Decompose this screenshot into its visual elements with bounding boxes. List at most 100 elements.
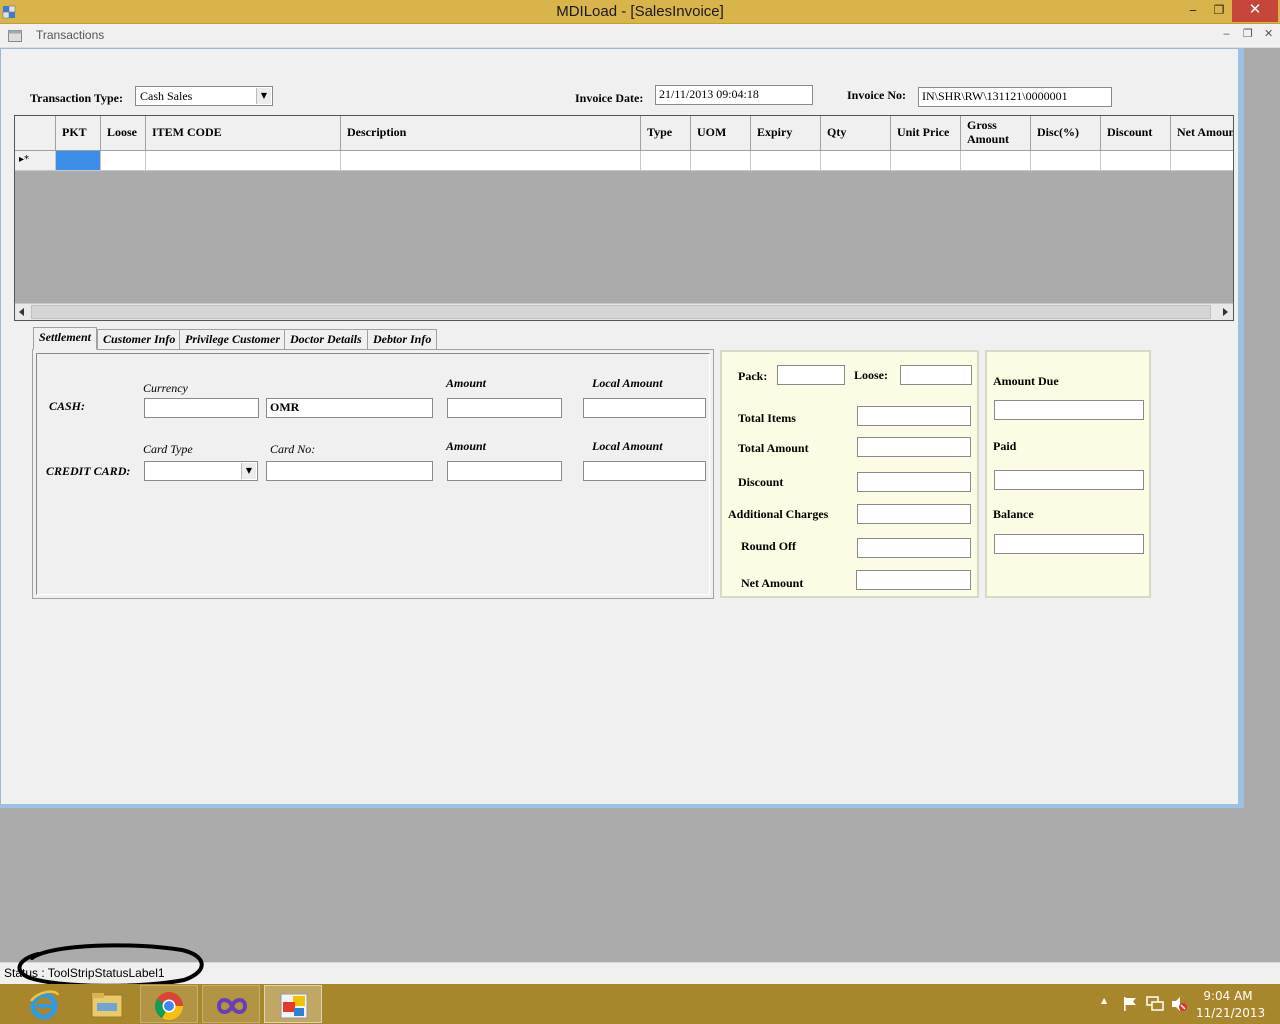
show-hidden-icons-button[interactable]: ▲: [1101, 996, 1107, 1005]
discount-field[interactable]: [857, 472, 971, 492]
close-button[interactable]: ✕: [1232, 0, 1278, 22]
pack-field[interactable]: [777, 365, 845, 385]
transaction-type-value: Cash Sales: [140, 89, 193, 103]
amount-due-field[interactable]: [994, 400, 1144, 420]
grid-cell-type[interactable]: [641, 151, 691, 171]
visual-studio-icon: [216, 998, 248, 1014]
mdi-minimize-button[interactable]: ‒: [1223, 27, 1230, 40]
grid-cell-qty[interactable]: [821, 151, 891, 171]
network-icon[interactable]: [1146, 996, 1164, 1012]
grid-cell-pkt-selected[interactable]: [56, 151, 101, 171]
grid-cell-uom[interactable]: [691, 151, 751, 171]
column-header-pkt[interactable]: PKT: [56, 116, 101, 151]
cash-local-amount-field[interactable]: [583, 398, 706, 418]
column-header-type[interactable]: Type: [641, 116, 691, 151]
grid-cell-disc-percent[interactable]: [1031, 151, 1101, 171]
new-row-marker[interactable]: ▸*: [15, 151, 56, 171]
amount-due-label: Amount Due: [993, 374, 1059, 388]
tab-debtor-info[interactable]: Debtor Info: [367, 329, 438, 349]
grid-cell-expiry[interactable]: [751, 151, 821, 171]
card-local-amount-label: Local Amount: [592, 439, 663, 453]
clock-date[interactable]: 11/21/2013: [1196, 1006, 1265, 1020]
card-no-label: Card No:: [270, 442, 316, 456]
cash-label: CASH:: [49, 399, 86, 413]
chrome-icon: [155, 992, 183, 1020]
mdi-close-button[interactable]: ✕: [1264, 27, 1273, 40]
scrollbar-thumb[interactable]: [31, 305, 1211, 319]
grid-cell-unit-price[interactable]: [891, 151, 961, 171]
additional-charges-label: Additional Charges: [728, 507, 829, 521]
mdi-child-icon[interactable]: [8, 30, 22, 42]
column-header-disc-percent[interactable]: Disc(%): [1031, 116, 1101, 151]
round-off-field[interactable]: [857, 538, 971, 558]
balance-field[interactable]: [994, 534, 1144, 554]
taskbar-explorer-button[interactable]: [78, 985, 136, 1023]
column-header-loose[interactable]: Loose: [101, 116, 146, 151]
invoice-no-label: Invoice No:: [847, 88, 906, 102]
internet-explorer-icon: [29, 990, 60, 1020]
discount-label: Discount: [738, 475, 784, 489]
tab-privilege-customer[interactable]: Privilege Customer: [179, 329, 286, 349]
scroll-right-icon[interactable]: [1221, 308, 1229, 317]
column-header-expiry[interactable]: Expiry: [751, 116, 821, 151]
taskbar: ▲ 9:04 AM 11/21/2013: [0, 984, 1280, 1024]
volume-muted-icon[interactable]: [1170, 995, 1188, 1013]
cash-currency-code-field[interactable]: OMR: [266, 398, 433, 418]
taskbar-ie-button[interactable]: [16, 985, 74, 1023]
grid-cell-discount[interactable]: [1101, 151, 1171, 171]
cash-amount-field[interactable]: [447, 398, 562, 418]
column-header-unit-price[interactable]: Unit Price: [891, 116, 961, 151]
menu-transactions[interactable]: Transactions: [36, 28, 104, 42]
cash-currency-field[interactable]: [144, 398, 259, 418]
file-explorer-icon: [91, 993, 123, 1018]
grid-cell-net-amount[interactable]: [1171, 151, 1233, 171]
column-header-discount[interactable]: Discount: [1101, 116, 1171, 151]
column-header-net-amount[interactable]: Net Amount: [1171, 116, 1233, 151]
card-local-amount-field[interactable]: [583, 461, 706, 481]
paid-field[interactable]: [994, 470, 1144, 490]
card-no-field[interactable]: [266, 461, 433, 481]
chevron-down-icon[interactable]: ▼: [256, 88, 271, 104]
chevron-down-icon[interactable]: ▼: [241, 463, 256, 479]
loose-label: Loose:: [854, 368, 888, 382]
card-type-label: Card Type: [143, 442, 193, 456]
items-grid[interactable]: PKT Loose ITEM CODE Description Type UOM…: [14, 115, 1234, 321]
column-header-uom[interactable]: UOM: [691, 116, 751, 151]
taskbar-chrome-button[interactable]: [140, 985, 198, 1023]
card-amount-label: Amount: [446, 439, 487, 453]
grid-row-header-corner: [15, 116, 56, 151]
total-items-field[interactable]: [857, 406, 971, 426]
transaction-type-select[interactable]: Cash Sales ▼: [135, 86, 273, 106]
grid-cell-description[interactable]: [341, 151, 641, 171]
scroll-left-icon[interactable]: [18, 308, 26, 317]
net-amount-field[interactable]: [856, 570, 971, 590]
loose-field[interactable]: [900, 365, 972, 385]
total-amount-field[interactable]: [857, 437, 971, 457]
paid-label: Paid: [993, 439, 1017, 453]
tab-doctor-details[interactable]: Doctor Details: [284, 329, 368, 349]
grid-cell-loose[interactable]: [101, 151, 146, 171]
title-bar: MDILoad - [SalesInvoice] ‒ ❐ ✕: [0, 0, 1280, 24]
mdi-restore-button[interactable]: ❐: [1243, 27, 1253, 40]
minimize-button[interactable]: ‒: [1180, 0, 1206, 22]
action-center-flag-icon[interactable]: [1122, 996, 1138, 1012]
clock-time[interactable]: 9:04 AM: [1196, 989, 1260, 1003]
taskbar-mdiload-button[interactable]: [264, 985, 322, 1023]
taskbar-visual-studio-button[interactable]: [202, 985, 260, 1023]
invoice-no-field[interactable]: IN\SHR\RW\131121\0000001: [918, 87, 1112, 107]
menu-bar: Transactions ‒ ❐ ✕: [0, 24, 1280, 48]
column-header-item-code[interactable]: ITEM CODE: [146, 116, 341, 151]
column-header-gross-amount[interactable]: Gross Amount: [961, 116, 1031, 151]
column-header-qty[interactable]: Qty: [821, 116, 891, 151]
card-type-select[interactable]: ▼: [144, 461, 258, 481]
grid-cell-gross-amount[interactable]: [961, 151, 1031, 171]
additional-charges-field[interactable]: [857, 504, 971, 524]
card-amount-field[interactable]: [447, 461, 562, 481]
invoice-date-field[interactable]: 21/11/2013 09:04:18: [655, 85, 813, 105]
grid-horizontal-scrollbar[interactable]: [15, 303, 1233, 320]
restore-button[interactable]: ❐: [1206, 0, 1232, 22]
column-header-description[interactable]: Description: [341, 116, 641, 151]
tab-settlement[interactable]: Settlement: [33, 327, 97, 350]
tab-customer-info[interactable]: Customer Info: [97, 329, 182, 349]
grid-cell-item-code[interactable]: [146, 151, 341, 171]
